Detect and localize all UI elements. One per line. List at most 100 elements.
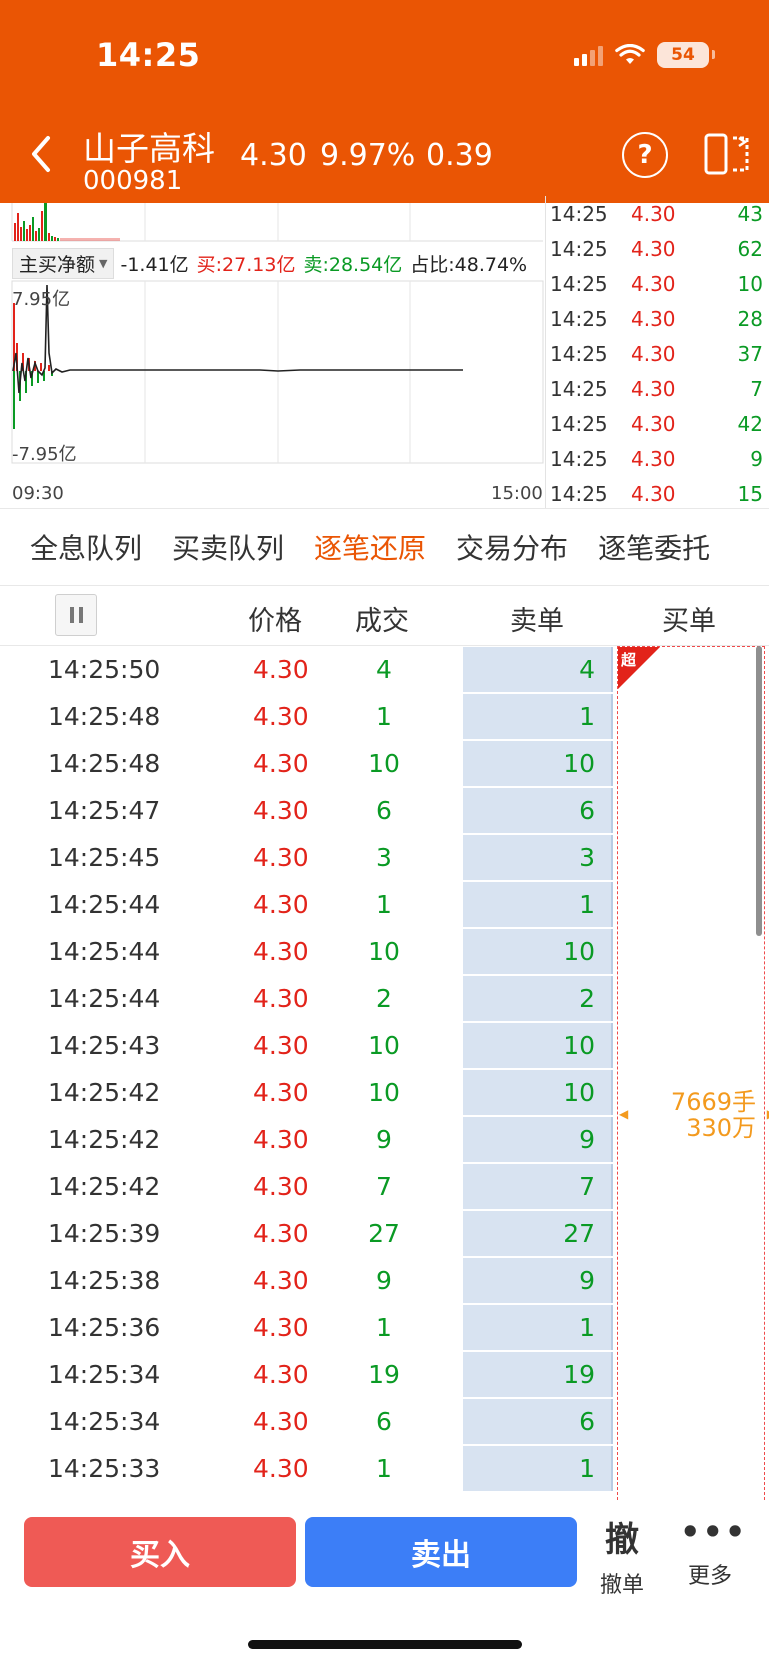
row-time: 14:25:44 xyxy=(48,984,161,1013)
more-label: 更多 xyxy=(687,1564,732,1589)
tick-row: 14:25 4.30 42 xyxy=(546,406,769,441)
tick-price: 4.30 xyxy=(631,376,676,401)
tick-price: 4.30 xyxy=(631,201,676,226)
row-price: 4.30 xyxy=(253,937,309,966)
fund-flow-chart: 主买净额 ▼ -1.41亿 买:27.13亿 卖:28.54亿 占比:48.74… xyxy=(0,203,545,508)
tick-volume: 28 xyxy=(737,306,763,331)
row-sell-order: 19 xyxy=(463,1352,613,1397)
row-volume: 6 xyxy=(376,796,392,825)
row-volume: 27 xyxy=(368,1219,400,1248)
sell-button[interactable]: 卖出 xyxy=(305,1517,577,1587)
tick-table[interactable]: 14:25:50 4.30 4 4 14:25:48 4.30 1 1 14:25:48 4.… xyxy=(0,646,769,1500)
tick-time: 14:25 xyxy=(550,341,608,366)
row-sell-order: 10 xyxy=(463,929,613,974)
tab-full-queue[interactable]: 全息队列 xyxy=(30,527,142,567)
x-axis-start-label: 09:30 xyxy=(12,483,64,504)
tick-time: 14:25 xyxy=(550,376,608,401)
row-volume: 1 xyxy=(376,890,392,919)
row-volume: 19 xyxy=(368,1360,400,1389)
row-time: 14:25:39 xyxy=(48,1219,161,1248)
row-price: 4.30 xyxy=(253,749,309,778)
cancel-order-label: 撤单 xyxy=(599,1573,644,1598)
y-axis-bottom-label: -7.95亿 xyxy=(12,444,77,465)
home-indicator[interactable] xyxy=(248,1640,522,1649)
switch-layout-icon[interactable] xyxy=(703,132,751,176)
row-time: 14:25:34 xyxy=(48,1360,161,1389)
row-price: 4.30 xyxy=(253,796,309,825)
row-volume: 6 xyxy=(376,1407,392,1436)
cancel-order-button[interactable]: 撤 撤单 xyxy=(592,1512,652,1599)
row-sell-order: 10 xyxy=(463,1023,613,1068)
stock-name: 山子高科 xyxy=(83,129,215,168)
row-volume: 1 xyxy=(376,702,392,731)
pause-icon xyxy=(78,607,83,623)
row-price: 4.30 xyxy=(253,984,309,1013)
row-volume: 3 xyxy=(376,843,392,872)
row-volume: 10 xyxy=(368,937,400,966)
row-time: 14:25:44 xyxy=(48,890,161,919)
tab-bid-ask-queue[interactable]: 买卖队列 xyxy=(172,527,284,567)
row-sell-order: 27 xyxy=(463,1211,613,1256)
dropdown-triangle-icon: ▼ xyxy=(99,256,108,270)
row-sell-order: 9 xyxy=(463,1117,613,1162)
more-button[interactable]: ••• 更多 xyxy=(680,1512,748,1590)
stock-code: 000981 xyxy=(83,166,183,196)
tick-row: 14:25 4.30 62 xyxy=(546,231,769,266)
buy-order-block[interactable]: 超 ◀ 7669手 330万 ▶ xyxy=(617,646,769,1500)
cellular-signal-icon xyxy=(574,44,603,66)
tab-tick-orders[interactable]: 逐笔委托 xyxy=(598,527,710,567)
pause-icon xyxy=(69,607,74,623)
sell-amount: 卖:28.54亿 xyxy=(303,253,403,276)
tick-price: 4.30 xyxy=(631,271,676,296)
tick-list[interactable]: 14:25 4.30 43 14:25 4.30 62 14:25 4.30 10 14:2… xyxy=(545,196,769,508)
more-dots-icon: ••• xyxy=(680,1513,748,1551)
row-sell-order: 6 xyxy=(463,1399,613,1444)
tick-time: 14:25 xyxy=(550,201,608,226)
row-sell-order: 9 xyxy=(463,1258,613,1303)
pause-button[interactable] xyxy=(55,594,97,636)
help-icon[interactable]: ? xyxy=(622,132,668,178)
tab-trade-distribution[interactable]: 交易分布 xyxy=(456,527,568,567)
row-price: 4.30 xyxy=(253,1266,309,1295)
scrollbar[interactable] xyxy=(756,646,762,936)
buy-summary-lots: 7669手 xyxy=(670,1088,756,1116)
net-type-label: 主买净额 xyxy=(19,253,96,276)
tick-volume: 10 xyxy=(737,271,763,296)
tick-volume: 15 xyxy=(737,481,763,506)
row-time: 14:25:36 xyxy=(48,1313,161,1342)
tick-row: 14:25 4.30 10 xyxy=(546,266,769,301)
tick-volume: 9 xyxy=(750,446,763,471)
ratio: 占比:48.74% xyxy=(410,253,528,276)
row-volume: 10 xyxy=(368,1031,400,1060)
net-type-dropdown[interactable]: 主买净额 ▼ xyxy=(12,247,115,279)
row-sell-order: 2 xyxy=(463,976,613,1021)
row-time: 14:25:48 xyxy=(48,702,161,731)
tick-time: 14:25 xyxy=(550,236,608,261)
row-price: 4.30 xyxy=(253,890,309,919)
y-axis-top-label: 7.95亿 xyxy=(12,289,71,310)
row-volume: 9 xyxy=(376,1266,392,1295)
row-volume: 2 xyxy=(376,984,392,1013)
row-time: 14:25:42 xyxy=(48,1172,161,1201)
row-time: 14:25:43 xyxy=(48,1031,161,1060)
tick-time: 14:25 xyxy=(550,271,608,296)
status-icons: 54 xyxy=(574,42,715,68)
tick-row: 14:25 4.30 43 xyxy=(546,196,769,231)
tick-price: 4.30 xyxy=(631,236,676,261)
detail-tabs: 全息队列 买卖队列 逐笔还原 交易分布 逐笔委托 xyxy=(0,508,769,586)
row-sell-order: 1 xyxy=(463,1446,613,1491)
tick-volume: 43 xyxy=(737,201,763,226)
row-price: 4.30 xyxy=(253,1125,309,1154)
row-price: 4.30 xyxy=(253,702,309,731)
back-icon[interactable] xyxy=(26,134,58,174)
tab-tick-restore[interactable]: 逐笔还原 xyxy=(314,527,426,567)
row-time: 14:25:47 xyxy=(48,796,161,825)
row-volume: 10 xyxy=(368,1078,400,1107)
net-value: -1.41亿 xyxy=(120,253,189,276)
row-time: 14:25:50 xyxy=(48,655,161,684)
stock-change: 0.39 xyxy=(426,138,493,173)
row-price: 4.30 xyxy=(253,1172,309,1201)
row-time: 14:25:42 xyxy=(48,1125,161,1154)
row-time: 14:25:45 xyxy=(48,843,161,872)
buy-button[interactable]: 买入 xyxy=(24,1517,296,1587)
